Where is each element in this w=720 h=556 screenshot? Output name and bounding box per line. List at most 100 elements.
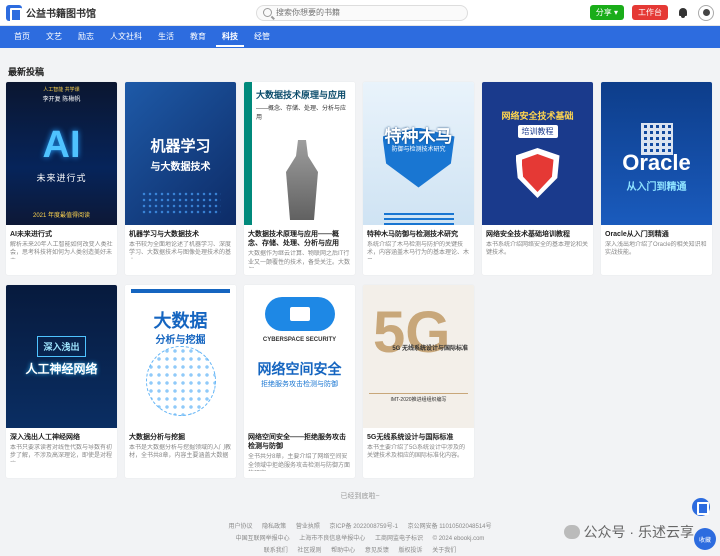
site-name: 公益书籍图书馆 <box>26 9 96 20</box>
footer-text: 京ICP备 2022008759号-1 <box>329 524 398 530</box>
site-logo[interactable]: 公益书籍图书馆 <box>6 4 256 22</box>
shield-icon <box>515 148 560 198</box>
cover-decoration <box>131 289 230 293</box>
book-card[interactable]: CYBERSPACE SECURITY 网络空间安全 拒绝服务攻击检测与防御 网… <box>244 285 355 478</box>
nav-item-technology[interactable]: 科技 <box>216 28 244 47</box>
cover-title: 网络空间安全 <box>257 361 342 377</box>
favorite-button[interactable]: 收藏 <box>694 528 716 550</box>
footer-link[interactable]: 意见反馈 <box>365 548 389 554</box>
bell-icon[interactable] <box>678 7 688 18</box>
footer-link[interactable]: 隐私政策 <box>262 524 286 530</box>
cover-decoration <box>383 213 454 215</box>
book-cover[interactable]: 特种木马 防御与检测技术研究 <box>363 82 474 225</box>
search-icon[interactable] <box>263 8 272 17</box>
watermark-text: 公众号 · 乐述云享 <box>583 524 694 540</box>
book-card[interactable]: 大数据技术原理与应用 ——概念、存储、处理、分析与应用 大数据技术原理与应用——… <box>244 82 355 275</box>
cover-title: Oracle <box>622 150 691 175</box>
footer-link[interactable]: 工商网监电子标识 <box>375 536 423 542</box>
book-cover[interactable]: CYBERSPACE SECURITY 网络空间安全 拒绝服务攻击检测与防御 <box>244 285 355 428</box>
cover-subtitle: 5G 无线系统设计与国际标准 <box>392 346 468 352</box>
book-cover[interactable]: 大数据技术原理与应用 ——概念、存储、处理、分析与应用 <box>244 82 355 225</box>
nav-item-inspiration[interactable]: 励志 <box>72 28 100 47</box>
footer-text: © 2024 ebookj.com <box>432 536 485 542</box>
footer-link[interactable]: 上海市不良信息举报中心 <box>299 536 365 542</box>
book-card[interactable]: 机器学习 与大数据技术 机器学习与大数据技术 本书较为全面地论述了机器学习、深度… <box>125 82 236 275</box>
cover-subtitle: 与大数据技术 <box>150 161 211 173</box>
cover-subtitle: 拒绝服务攻击检测与防御 <box>261 381 338 388</box>
cover-subtitle: 人工神经网络 <box>25 362 98 376</box>
book-card[interactable]: 大数据 分析与挖掘 大数据分析与挖掘 本书是大数据分析与挖掘领域的入门教材，全书… <box>125 285 236 478</box>
cover-subtitle: 从入门到精通 <box>626 182 687 193</box>
book-grid: 人工智能 共学课 李开复 陈楸帆 AI 未来进行式 2021 年度最值得阅读 A… <box>6 82 716 478</box>
nav-item-arts[interactable]: 文艺 <box>40 28 68 47</box>
cover-author: 李开复 陈楸帆 <box>42 97 81 103</box>
book-title[interactable]: 网络空间安全——拒绝服务攻击检测与防御 <box>244 428 355 453</box>
book-cover[interactable]: 机器学习 与大数据技术 <box>125 82 236 225</box>
book-title[interactable]: 特种木马防御与检测技术研究 <box>363 225 474 241</box>
book-card[interactable]: 特种木马 防御与检测技术研究 特种木马防御与检测技术研究 系统介绍了木马检测与防… <box>363 82 474 275</box>
cover-decoration <box>140 191 221 215</box>
nav-item-home[interactable]: 首页 <box>8 28 36 47</box>
book-title[interactable]: 大数据技术原理与应用——概念、存储、处理、分析与应用 <box>244 225 355 250</box>
book-title[interactable]: 深入浅出人工神经网络 <box>6 428 117 444</box>
search-input[interactable] <box>276 8 456 17</box>
footer-link[interactable]: 联系我们 <box>264 548 288 554</box>
book-description: 全书共分8章，主要介绍了网络空间安全领域中拒绝服务攻击检测与防御方面的研究 <box>248 454 351 471</box>
book-title[interactable]: 机器学习与大数据技术 <box>125 225 236 241</box>
book-title[interactable]: Oracle从入门到精通 <box>601 225 712 241</box>
workspace-button[interactable]: 工作台 <box>632 5 668 20</box>
book-card[interactable]: Oracle 从入门到精通 Oracle从入门到精通 深入浅出地介绍了Oracl… <box>601 82 712 275</box>
cover-text: CYBERSPACE SECURITY <box>262 337 337 343</box>
book-card[interactable]: 人工智能 共学课 李开复 陈楸帆 AI 未来进行式 2021 年度最值得阅读 A… <box>6 82 117 275</box>
network-sphere-icon <box>145 346 216 416</box>
cover-title: 深入浅出 <box>37 336 86 357</box>
nav-item-life[interactable]: 生活 <box>152 28 180 47</box>
book-description: 系统介绍了木马检测与防护的关键技术，内容涵盖木马行为的基本理论、木马 <box>367 242 470 259</box>
floating-book-icon[interactable] <box>692 498 710 516</box>
book-cover[interactable]: Oracle 从入门到精通 <box>601 82 712 225</box>
cover-subtitle: 培训教程 <box>517 125 558 138</box>
book-cover[interactable]: 网络安全技术基础 培训教程 <box>482 82 593 225</box>
book-description: 本书只要求读者对线性代数与导数有初步了解，不涉及高深理论，即使是对程序 <box>10 445 113 462</box>
nav-item-education[interactable]: 教育 <box>184 28 212 47</box>
nav-item-business[interactable]: 经管 <box>248 28 276 47</box>
lock-icon <box>289 307 310 321</box>
cover-title: 大数据 <box>153 311 208 331</box>
cover-subtitle: 未来进行式 <box>36 172 87 183</box>
book-cover[interactable]: 人工智能 共学课 李开复 陈楸帆 AI 未来进行式 2021 年度最值得阅读 <box>6 82 117 225</box>
share-button[interactable]: 分享 ▾ <box>589 5 624 20</box>
book-cover[interactable]: 深入浅出 人工神经网络 <box>6 285 117 428</box>
book-cover[interactable]: 大数据 分析与挖掘 <box>125 285 236 428</box>
footer-links: 联系我们 社区规则 帮助中心 意见反馈 版权投诉 关于我们 <box>0 545 720 554</box>
book-logo-icon <box>6 4 22 22</box>
book-card[interactable]: 网络安全技术基础 培训教程 网络安全技术基础培训教程 本书系统介绍网络安全的基本… <box>482 82 593 275</box>
book-title[interactable]: AI未来进行式 <box>6 225 117 241</box>
footer-link[interactable]: 社区规则 <box>297 548 321 554</box>
book-description: 本书较为全面地论述了机器学习、深度学习、大数据技术与图像处理技术的基本 <box>129 242 232 259</box>
nav-item-humanities[interactable]: 人文社科 <box>104 28 148 47</box>
book-description: 大数据作为继云计算、物联网之后IT行业又一颠覆性的技术，备受关注。大数据 <box>248 251 351 268</box>
footer-link[interactable]: 用户协议 <box>228 524 252 530</box>
cover-title: 机器学习 <box>150 137 211 155</box>
footer-link[interactable]: 中国互联网举报中心 <box>236 536 290 542</box>
book-description: 本书是大数据分析与挖掘领域的入门教材，全书共8章，内容主要涵盖大数据 <box>129 445 232 460</box>
book-card[interactable]: 深入浅出 人工神经网络 深入浅出人工神经网络 本书只要求读者对线性代数与导数有初… <box>6 285 117 478</box>
cover-subtitle: ——概念、存储、处理、分析与应用 <box>256 106 347 121</box>
book-title[interactable]: 大数据分析与挖掘 <box>125 428 236 444</box>
footer-link[interactable]: 营业执照 <box>296 524 320 530</box>
footer-link[interactable]: 关于我们 <box>432 548 456 554</box>
book-card[interactable]: 5G 5G 无线系统设计与国际标准 IMT-2020推进组组织编写 5G无线系统… <box>363 285 474 478</box>
section-title: 最新投稿 <box>8 67 45 77</box>
book-cover[interactable]: 5G 5G 无线系统设计与国际标准 IMT-2020推进组组织编写 <box>363 285 474 428</box>
top-header: 公益书籍图书馆 分享 ▾ 工作台 <box>0 0 720 26</box>
wechat-icon <box>563 525 580 539</box>
search-box[interactable] <box>256 4 468 21</box>
book-title[interactable]: 网络安全技术基础培训教程 <box>482 225 593 241</box>
category-nav: 首页 文艺 励志 人文社科 生活 教育 科技 经管 <box>0 26 720 48</box>
book-description: 解析未来20年人工智能如何改变人类社会，思考科技将如何为人类创造美好未来 <box>10 242 113 259</box>
book-title[interactable]: 5G无线系统设计与国际标准 <box>363 428 474 444</box>
avatar[interactable] <box>698 4 714 21</box>
book-description: 本书系统介绍网络安全的基本理论和关键技术。 <box>486 242 589 257</box>
footer-link[interactable]: 帮助中心 <box>331 548 355 554</box>
footer-link[interactable]: 版权投诉 <box>399 548 423 554</box>
